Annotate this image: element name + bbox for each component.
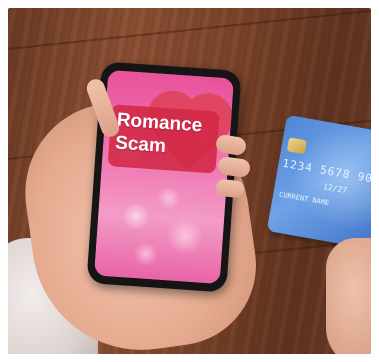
smartphone: Romance Scam: [86, 61, 242, 293]
card-holder-name: CURRENT NAME: [278, 190, 330, 208]
phone-screen: Romance Scam: [93, 69, 235, 285]
credit-card: 1234 5678 9012 3456 12/27 CURRENT NAME: [266, 114, 371, 252]
wood-plank-seam: [8, 8, 371, 50]
finger: [215, 178, 245, 199]
card-expiry: 12/27: [322, 182, 348, 196]
right-hand: [326, 238, 371, 354]
romance-scam-text: Romance Scam: [114, 109, 203, 161]
photo: Romance Scam 1234 5678 9012 3456 12/27 C…: [8, 8, 371, 354]
card-chip-icon: [286, 137, 307, 155]
